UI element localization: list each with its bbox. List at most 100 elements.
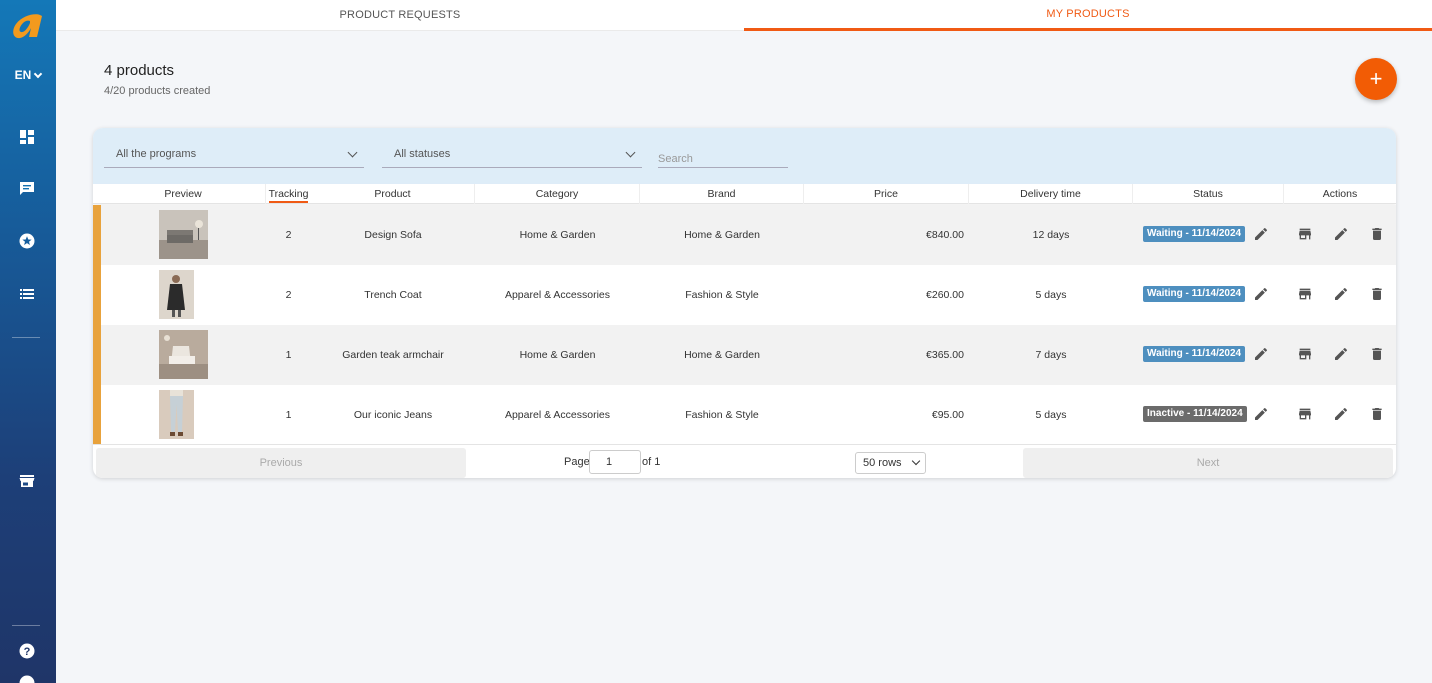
status-badge: Waiting - 11/14/2024 xyxy=(1143,346,1246,362)
column-label: Tracking xyxy=(268,188,309,203)
column-label: Status xyxy=(1193,188,1223,200)
table-row[interactable]: 2 Design Sofa Home & Garden Home & Garde… xyxy=(93,205,1396,265)
edit-icon[interactable] xyxy=(1333,286,1349,302)
delivery-time-cell: 5 days xyxy=(1035,289,1067,301)
product-preview-image xyxy=(159,330,208,379)
edit-status-icon[interactable] xyxy=(1253,226,1269,242)
language-selector[interactable]: EN xyxy=(0,68,56,82)
price-cell: €260.00 xyxy=(926,289,964,301)
store-icon[interactable] xyxy=(1297,286,1313,302)
star-icon[interactable] xyxy=(18,232,36,250)
brand-cell: Home & Garden xyxy=(684,349,760,361)
next-button[interactable]: Next xyxy=(1023,448,1393,478)
column-label: Product xyxy=(374,188,411,200)
tracking-cell: 1 xyxy=(285,349,292,361)
sidebar: EN ? xyxy=(0,0,56,683)
account-icon[interactable] xyxy=(18,674,36,683)
product-name-cell: Our iconic Jeans xyxy=(353,409,433,421)
program-filter-select[interactable]: All the programs xyxy=(104,146,364,168)
price-cell: €365.00 xyxy=(926,349,964,361)
brand-cell: Fashion & Style xyxy=(685,289,759,301)
edit-status-icon[interactable] xyxy=(1253,406,1269,422)
previous-button[interactable]: Previous xyxy=(96,448,466,478)
delivery-time-cell: 7 days xyxy=(1035,349,1067,361)
edit-status-icon[interactable] xyxy=(1253,286,1269,302)
column-product[interactable]: Product xyxy=(311,184,475,204)
column-label: Price xyxy=(874,188,898,200)
product-name-cell: Garden teak armchair xyxy=(342,349,444,361)
rows-per-page-select[interactable]: 50 rows xyxy=(855,452,926,474)
column-label: Actions xyxy=(1322,188,1358,200)
search-input[interactable] xyxy=(658,148,788,168)
delete-icon[interactable] xyxy=(1369,286,1385,302)
page-label: Page xyxy=(564,456,590,468)
edit-icon[interactable] xyxy=(1333,346,1349,362)
filter-bar: All the programs All statuses xyxy=(93,128,1396,184)
column-actions: Actions xyxy=(1284,184,1396,204)
column-brand[interactable]: Brand xyxy=(640,184,804,204)
column-label: Brand xyxy=(707,188,736,200)
table-row[interactable]: 1 Our iconic Jeans Apparel & Accessories… xyxy=(93,385,1396,445)
status-badge: Waiting - 11/14/2024 xyxy=(1143,286,1246,302)
chevron-down-icon xyxy=(34,69,43,79)
store-icon[interactable] xyxy=(1297,226,1313,242)
store-icon[interactable] xyxy=(1297,346,1313,362)
page-subtitle: 4/20 products created xyxy=(104,85,211,97)
dashboard-icon[interactable] xyxy=(18,128,36,146)
delivery-time-cell: 12 days xyxy=(1032,229,1070,241)
help-icon[interactable]: ? xyxy=(18,642,36,660)
logo-icon[interactable] xyxy=(9,12,45,42)
status-badge: Inactive - 11/14/2024 xyxy=(1143,406,1247,422)
list-icon[interactable] xyxy=(18,285,36,303)
table-row[interactable]: 2 Trench Coat Apparel & Accessories Fash… xyxy=(93,265,1396,325)
product-name-cell: Design Sofa xyxy=(364,229,422,241)
sidebar-divider xyxy=(12,337,40,338)
column-label: Delivery time xyxy=(1020,188,1081,200)
category-cell: Apparel & Accessories xyxy=(504,289,611,301)
add-product-button[interactable]: + xyxy=(1355,58,1397,100)
svg-text:?: ? xyxy=(24,646,31,658)
table-header: Preview Tracking Product Category Brand … xyxy=(93,184,1396,204)
tab-my-products[interactable]: MY PRODUCTS xyxy=(744,0,1432,31)
column-delivery-time[interactable]: Delivery time xyxy=(969,184,1133,204)
column-preview[interactable]: Preview xyxy=(101,184,266,204)
chevron-down-icon xyxy=(625,147,636,158)
brand-cell: Fashion & Style xyxy=(685,409,759,421)
product-preview-image xyxy=(159,270,194,319)
category-cell: Apparel & Accessories xyxy=(504,409,611,421)
delete-icon[interactable] xyxy=(1369,406,1385,422)
chevron-down-icon xyxy=(347,147,358,158)
chevron-down-icon xyxy=(911,456,921,466)
table-row[interactable]: 1 Garden teak armchair Home & Garden Hom… xyxy=(93,325,1396,385)
status-badge: Waiting - 11/14/2024 xyxy=(1143,226,1246,242)
tab-bar: PRODUCT REQUESTS MY PRODUCTS xyxy=(56,0,1432,31)
page-number-input[interactable]: 1 xyxy=(589,450,641,474)
column-label: Category xyxy=(535,188,579,200)
status-filter-value: All statuses xyxy=(394,148,451,160)
tracking-cell: 2 xyxy=(285,289,292,301)
store-icon[interactable] xyxy=(18,472,36,490)
category-cell: Home & Garden xyxy=(519,349,596,361)
chat-icon[interactable] xyxy=(18,180,36,198)
edit-icon[interactable] xyxy=(1333,406,1349,422)
language-label: EN xyxy=(14,68,32,82)
page-title: 4 products xyxy=(104,62,175,79)
price-cell: €840.00 xyxy=(926,229,964,241)
column-category[interactable]: Category xyxy=(475,184,640,204)
pagination: Previous Page 1 of 1 50 rows Next xyxy=(93,444,1396,478)
delete-icon[interactable] xyxy=(1369,346,1385,362)
edit-status-icon[interactable] xyxy=(1253,346,1269,362)
column-status[interactable]: Status xyxy=(1133,184,1284,204)
sidebar-divider xyxy=(12,625,40,626)
status-filter-select[interactable]: All statuses xyxy=(382,146,642,168)
rows-per-page-value: 50 rows xyxy=(863,457,902,469)
delete-icon[interactable] xyxy=(1369,226,1385,242)
brand-cell: Home & Garden xyxy=(684,229,760,241)
tab-product-requests[interactable]: PRODUCT REQUESTS xyxy=(56,0,744,31)
column-tracking[interactable]: Tracking xyxy=(266,184,311,204)
column-price[interactable]: Price xyxy=(804,184,969,204)
store-icon[interactable] xyxy=(1297,406,1313,422)
edit-icon[interactable] xyxy=(1333,226,1349,242)
tracking-cell: 2 xyxy=(285,229,292,241)
delivery-time-cell: 5 days xyxy=(1035,409,1067,421)
